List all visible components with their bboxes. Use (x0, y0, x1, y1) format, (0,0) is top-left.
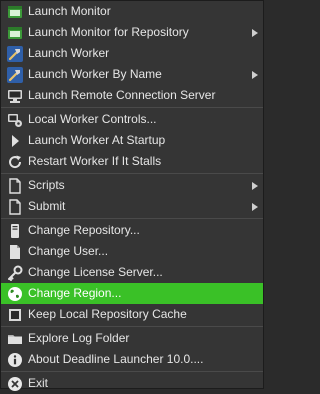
menu-item-keep-local-repository-cache[interactable]: Keep Local Repository Cache (1, 304, 263, 325)
document-icon (6, 177, 24, 195)
play-arrow-icon (6, 132, 24, 150)
menu-item-label: Launch Worker (28, 46, 110, 60)
menu-item-label: Change Repository... (28, 223, 140, 237)
menu-item-label: Launch Worker By Name (28, 67, 162, 81)
menu-item-label: Change License Server... (28, 265, 163, 279)
worker-hammer-icon (6, 66, 24, 84)
menu-item-change-user[interactable]: Change User... (1, 241, 263, 262)
menu-item-launch-monitor[interactable]: Launch Monitor (1, 1, 263, 22)
menu-separator (1, 218, 263, 219)
info-icon (6, 351, 24, 369)
menu-item-submit[interactable]: Submit (1, 196, 263, 217)
menu-item-label: Restart Worker If It Stalls (28, 154, 162, 168)
menu-item-label: Change User... (28, 244, 109, 258)
chevron-right-icon (251, 22, 259, 43)
power-icon (6, 375, 24, 393)
refresh-icon (6, 153, 24, 171)
document-icon (6, 198, 24, 216)
server-tower-icon (6, 222, 24, 240)
menu-item-label: Keep Local Repository Cache (28, 307, 187, 321)
menu-item-label: Launch Worker At Startup (28, 133, 166, 147)
computer-icon (6, 87, 24, 105)
menu-item-change-license-server[interactable]: Change License Server... (1, 262, 263, 283)
worker-controls-icon (6, 111, 24, 129)
menu-item-label: Local Worker Controls... (28, 112, 157, 126)
key-icon (6, 264, 24, 282)
user-icon (6, 243, 24, 261)
menu-item-launch-worker-by-name[interactable]: Launch Worker By Name (1, 64, 263, 85)
context-menu: Launch Monitor Launch Monitor for Reposi… (0, 0, 264, 391)
menu-item-local-worker-controls[interactable]: Local Worker Controls... (1, 109, 263, 130)
menu-item-change-region[interactable]: Change Region... (1, 283, 263, 304)
menu-item-label: Submit (28, 199, 66, 213)
chevron-right-icon (251, 196, 259, 217)
menu-item-launch-remote-connection-server[interactable]: Launch Remote Connection Server (1, 85, 263, 106)
menu-item-label: About Deadline Launcher 10.0.... (28, 352, 204, 366)
menu-item-launch-worker-at-startup[interactable]: Launch Worker At Startup (1, 130, 263, 151)
menu-separator (1, 371, 263, 372)
menu-item-explore-log-folder[interactable]: Explore Log Folder (1, 328, 263, 349)
menu-item-label: Scripts (28, 178, 65, 192)
folder-icon (6, 330, 24, 348)
menu-separator (1, 107, 263, 108)
menu-item-label: Launch Monitor for Repository (28, 25, 189, 39)
menu-item-change-repository[interactable]: Change Repository... (1, 220, 263, 241)
menu-item-label: Launch Remote Connection Server (28, 88, 216, 102)
chevron-right-icon (251, 64, 259, 85)
menu-item-scripts[interactable]: Scripts (1, 175, 263, 196)
menu-item-label: Explore Log Folder (28, 331, 130, 345)
menu-item-label: Exit (28, 376, 49, 390)
menu-separator (1, 326, 263, 327)
menu-item-restart-worker-if-it-stalls[interactable]: Restart Worker If It Stalls (1, 151, 263, 172)
checkbox-icon (6, 306, 24, 324)
menu-separator (1, 173, 263, 174)
menu-item-label: Change Region... (28, 286, 122, 300)
worker-hammer-icon (6, 45, 24, 63)
menu-item-label: Launch Monitor (28, 4, 111, 18)
globe-icon (6, 285, 24, 303)
monitor-app-icon (6, 24, 24, 42)
chevron-right-icon (251, 175, 259, 196)
menu-item-about-deadline-launcher[interactable]: About Deadline Launcher 10.0.... (1, 349, 263, 370)
monitor-app-icon (6, 3, 24, 21)
menu-item-exit[interactable]: Exit (1, 373, 263, 394)
menu-item-launch-worker[interactable]: Launch Worker (1, 43, 263, 64)
menu-item-launch-monitor-for-repository[interactable]: Launch Monitor for Repository (1, 22, 263, 43)
